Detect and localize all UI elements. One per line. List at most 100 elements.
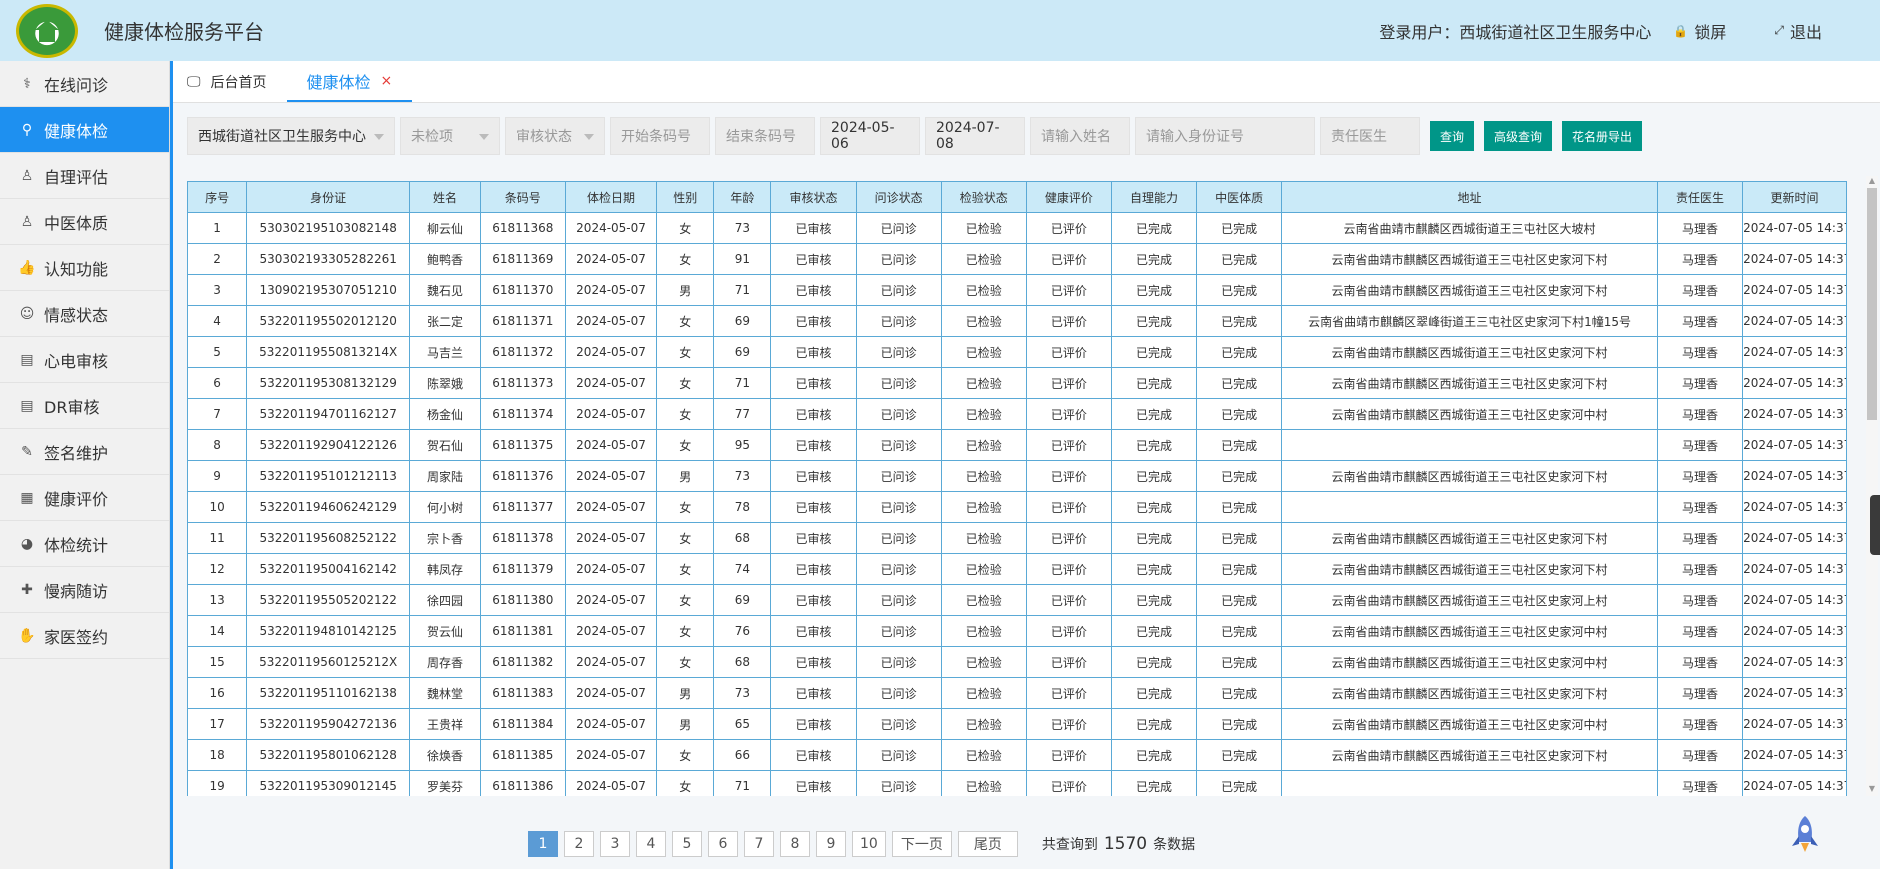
end-date-input[interactable]: 2024-07-08 [925, 117, 1025, 155]
table-cell: 女 [656, 584, 715, 616]
audit-status-select[interactable]: 审核状态 [505, 117, 605, 155]
table-cell: 18 [187, 739, 248, 771]
table-row[interactable]: 19 532201195309012145 罗美芬 61811386 2024-05-0… [187, 770, 1847, 796]
table-row[interactable]: 7 532201194701162127 杨金仙 61811374 2024-05-07… [187, 398, 1847, 430]
query-button[interactable]: 查询 [1430, 121, 1475, 151]
table-cell: 71 [713, 770, 772, 796]
tab-health-exam[interactable]: 健康体检 × [286, 61, 413, 102]
last-page-button[interactable]: 尾页 [957, 831, 1018, 857]
table-row[interactable]: 4 532201195502012120 张二定 61811371 2024-05-07… [187, 305, 1847, 337]
table-cell: 已审核 [770, 305, 857, 337]
table-cell: 2024-07-05 14:37:58 [1742, 398, 1847, 430]
table-cell: 已检验 [940, 491, 1027, 523]
page-5-button[interactable]: 5 [672, 831, 702, 857]
sidebar-item[interactable]: ⚕ 在线问诊 [0, 61, 169, 107]
table-cell: 6 [187, 367, 248, 399]
table-cell: 61811374 [479, 398, 566, 430]
sidebar-item[interactable]: ◕ 体检统计 [0, 521, 169, 567]
side-toolbar-handle[interactable] [1870, 495, 1880, 555]
column-header[interactable]: 条码号 [479, 181, 566, 213]
page-2-button[interactable]: 2 [564, 831, 594, 857]
table-cell: 77 [713, 398, 772, 430]
org-select[interactable]: 西城街道社区卫生服务中心 [187, 117, 395, 155]
logout-button[interactable]: ⤢ 退出 [1774, 19, 1822, 43]
table-row[interactable]: 3 130902195307051210 魏石见 61811370 2024-05-07… [187, 274, 1847, 306]
table-row[interactable]: 18 532201195801062128 徐焕香 61811385 2024-05-0… [187, 739, 1847, 771]
page-8-button[interactable]: 8 [780, 831, 810, 857]
table-row[interactable]: 14 532201194810142125 贺云仙 61811381 2024-05-0… [187, 615, 1847, 647]
table-row[interactable]: 17 532201195904272136 王贵祥 61811384 2024-05-0… [187, 708, 1847, 740]
sidebar-item[interactable]: ♙ 自理评估 [0, 153, 169, 199]
tab-home[interactable]: 🖵 后台首页 [173, 61, 281, 102]
next-page-button[interactable]: 下一页 [891, 831, 952, 857]
table-row[interactable]: 16 532201195110162138 魏林堂 61811383 2024-05-0… [187, 677, 1847, 709]
advanced-query-button[interactable]: 高级查询 [1484, 121, 1553, 151]
column-header[interactable]: 年龄 [713, 181, 772, 213]
table-row[interactable]: 9 532201195101212113 周家陆 61811376 2024-05-07… [187, 460, 1847, 492]
column-header[interactable]: 更新时间 [1742, 181, 1847, 213]
table-row[interactable]: 11 532201195608252122 宗卜香 61811378 2024-05-0… [187, 522, 1847, 554]
page-10-button[interactable]: 10 [852, 831, 886, 857]
table-row[interactable]: 1 530302195103082148 柳云仙 61811368 2024-05-07… [187, 212, 1847, 244]
doctor-input[interactable]: 责任医生 [1320, 117, 1420, 155]
export-roster-button[interactable]: 花名册导出 [1562, 121, 1643, 151]
sidebar-item[interactable]: 👍 认知功能 [0, 245, 169, 291]
page-4-button[interactable]: 4 [636, 831, 666, 857]
column-header[interactable]: 审核状态 [770, 181, 857, 213]
sidebar-item[interactable]: ✎ 签名维护 [0, 429, 169, 475]
page-7-button[interactable]: 7 [744, 831, 774, 857]
column-header[interactable]: 性别 [656, 181, 715, 213]
table-cell: 马吉兰 [409, 336, 481, 368]
table-row[interactable]: 15 53220119560125212X 周存香 61811382 2024-05-0… [187, 646, 1847, 678]
column-header[interactable]: 问诊状态 [855, 181, 942, 213]
id-card-input[interactable]: 请输入身份证号 [1135, 117, 1315, 155]
column-header[interactable]: 体检日期 [564, 181, 658, 213]
close-icon[interactable]: × [381, 73, 393, 89]
sidebar-item[interactable]: ⚲ 健康体检 [0, 107, 169, 153]
column-header[interactable]: 身份证 [246, 181, 411, 213]
scrollbar-thumb[interactable] [1867, 188, 1877, 420]
start-date-input[interactable]: 2024-05-06 [820, 117, 920, 155]
table-row[interactable]: 5 53220119550813214X 马吉兰 61811372 2024-05-07… [187, 336, 1847, 368]
page-3-button[interactable]: 3 [600, 831, 630, 857]
table-cell: 已检验 [940, 367, 1027, 399]
column-header[interactable]: 检验状态 [940, 181, 1027, 213]
sidebar-item[interactable]: ▦ 健康评价 [0, 475, 169, 521]
name-input[interactable]: 请输入姓名 [1030, 117, 1130, 155]
sidebar-item-label: 体检统计 [44, 535, 109, 555]
column-header[interactable]: 序号 [187, 181, 248, 213]
start-barcode-input[interactable]: 开始条码号 [610, 117, 710, 155]
scroll-up-icon[interactable]: ▲ [1866, 176, 1878, 186]
sidebar-item[interactable]: ▤ DR审核 [0, 383, 169, 429]
table-cell: 2024-07-05 14:37:58 [1742, 491, 1847, 523]
end-barcode-input[interactable]: 结束条码号 [715, 117, 815, 155]
table-cell: 130902195307051210 [246, 274, 411, 306]
table-row[interactable]: 6 532201195308132129 陈翠娥 61811373 2024-05-07… [187, 367, 1847, 399]
column-header[interactable]: 自理能力 [1110, 181, 1198, 213]
page-1-button[interactable]: 1 [528, 831, 558, 857]
unchecked-item-select[interactable]: 未检项 [400, 117, 500, 155]
table-cell: 已问诊 [855, 770, 942, 796]
scroll-down-icon[interactable]: ▼ [1866, 784, 1878, 794]
column-header[interactable]: 中医体质 [1196, 181, 1283, 213]
table-row[interactable]: 8 532201192904122126 贺石仙 61811375 2024-05-07… [187, 429, 1847, 461]
table-row[interactable]: 12 532201195004162142 韩凤存 61811379 2024-05-0… [187, 553, 1847, 585]
table-row[interactable]: 13 532201195505202122 徐四园 61811380 2024-05-0… [187, 584, 1847, 616]
page-6-button[interactable]: 6 [708, 831, 738, 857]
column-header[interactable]: 责任医生 [1656, 181, 1744, 213]
column-header[interactable]: 姓名 [409, 181, 481, 213]
table-cell: 2024-07-05 14:37:58 [1742, 429, 1847, 461]
lock-screen-button[interactable]: 🔒 锁屏 [1673, 19, 1726, 43]
page-9-button[interactable]: 9 [816, 831, 846, 857]
sidebar-item[interactable]: ✋ 家医签约 [0, 613, 169, 659]
sidebar-item[interactable]: ☺ 情感状态 [0, 291, 169, 337]
table-row[interactable]: 10 532201194606242129 何小树 61811377 2024-05-0… [187, 491, 1847, 523]
sidebar-item[interactable]: ▤ 心电审核 [0, 337, 169, 383]
table-cell: 69 [713, 584, 772, 616]
rocket-icon[interactable] [1788, 814, 1822, 854]
sidebar-item[interactable]: ✚ 慢病随访 [0, 567, 169, 613]
table-row[interactable]: 2 530302193305282261 鲍鸭香 61811369 2024-05-07… [187, 243, 1847, 275]
sidebar-item[interactable]: ♙ 中医体质 [0, 199, 169, 245]
column-header[interactable]: 健康评价 [1025, 181, 1112, 213]
column-header[interactable]: 地址 [1281, 181, 1658, 213]
